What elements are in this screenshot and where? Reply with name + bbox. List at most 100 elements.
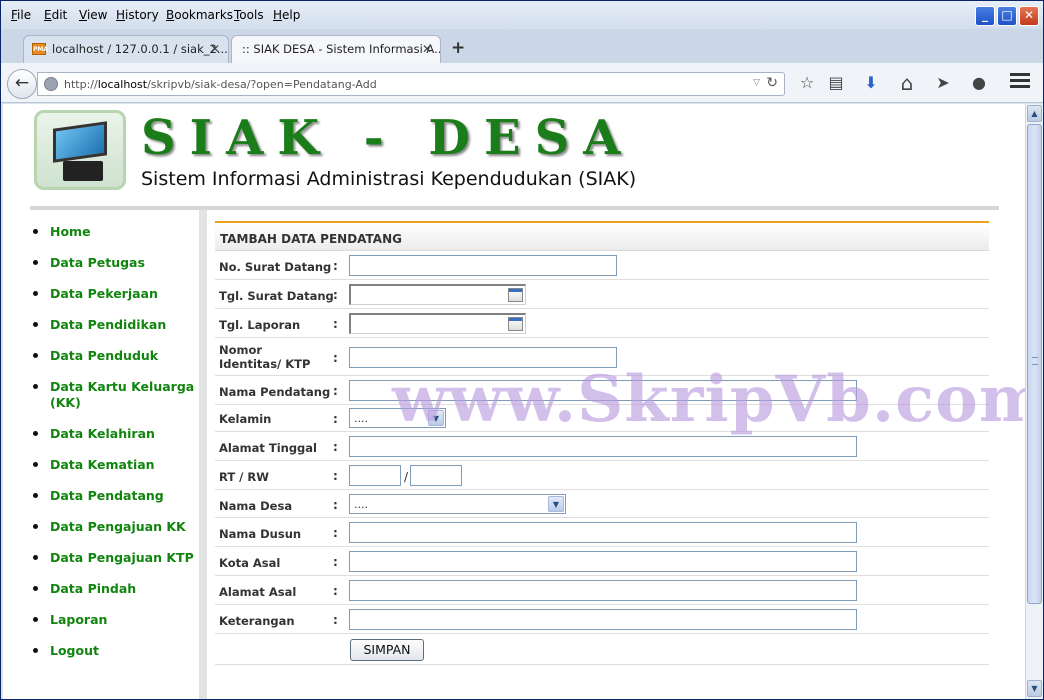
menu-edit[interactable]: Edit: [44, 8, 67, 22]
field-colon: :: [333, 384, 338, 398]
menu-bar: File Edit View History Bookmarks Tools H…: [1, 1, 1043, 29]
form-row-no-surat-datang: No. Surat Datang :: [215, 251, 989, 280]
tgl-surat-datang-input[interactable]: [349, 284, 526, 305]
tab-close-icon[interactable]: ✕: [422, 42, 432, 56]
field-colon: :: [333, 288, 338, 302]
form-row-rt-rw: RT / RW : /: [215, 461, 989, 490]
field-label: Tgl. Surat Datang: [219, 289, 334, 303]
form-row-submit: SIMPAN: [215, 634, 989, 665]
sidebar-item-data-kematian[interactable]: Data Kematian: [31, 457, 196, 473]
url-history-dropdown-icon[interactable]: ▽: [753, 78, 760, 88]
url-bar[interactable]: http://localhost/skripvb/siak-desa/?open…: [37, 72, 785, 96]
nama-dusun-input[interactable]: [349, 522, 857, 543]
form-row-tgl-laporan: Tgl. Laporan :: [215, 309, 989, 338]
sidebar-item-data-penduduk[interactable]: Data Penduduk: [31, 348, 196, 364]
menu-help[interactable]: Help: [273, 8, 300, 22]
field-colon: :: [333, 526, 338, 540]
minimize-button[interactable]: _: [975, 6, 995, 26]
sidebar-item-data-petugas[interactable]: Data Petugas: [31, 255, 196, 271]
field-colon: :: [333, 259, 338, 273]
form-row-nama-desa: Nama Desa : .... ▼: [215, 490, 989, 518]
tab-phpmyadmin[interactable]: PMA localhost / 127.0.0.1 / siak_2... ✕: [23, 35, 229, 63]
field-label: Alamat Asal: [219, 585, 297, 599]
send-icon[interactable]: ➤: [932, 72, 954, 94]
tab-title: localhost / 127.0.0.1 / siak_2...: [52, 42, 228, 56]
reload-icon[interactable]: ↻: [766, 75, 778, 91]
menu-view[interactable]: View: [79, 8, 107, 22]
field-colon: :: [333, 440, 338, 454]
chevron-down-icon[interactable]: ▼: [548, 496, 564, 512]
monitor-base: [63, 161, 103, 181]
kota-asal-input[interactable]: [349, 551, 857, 572]
menu-file[interactable]: File: [11, 8, 31, 22]
simpan-button[interactable]: SIMPAN: [350, 639, 424, 661]
tab-close-icon[interactable]: ✕: [210, 42, 220, 56]
menu-tools[interactable]: Tools: [234, 8, 264, 22]
sidebar-item-logout[interactable]: Logout: [31, 643, 196, 659]
nama-desa-select[interactable]: .... ▼: [349, 494, 566, 514]
bookmark-star-icon[interactable]: ☆: [796, 72, 818, 94]
browser-window: File Edit View History Bookmarks Tools H…: [0, 0, 1044, 700]
vertical-scrollbar[interactable]: ▲ ▼: [1025, 104, 1043, 699]
chat-icon[interactable]: ●: [968, 72, 990, 94]
new-tab-button[interactable]: +: [451, 38, 465, 58]
scroll-up-icon[interactable]: ▲: [1027, 105, 1042, 122]
form-row-nama-dusun: Nama Dusun :: [215, 518, 989, 547]
tgl-laporan-input[interactable]: [349, 313, 526, 334]
field-label: Nama Desa: [219, 499, 293, 513]
maximize-button[interactable]: □: [997, 6, 1017, 26]
tab-bar: PMA localhost / 127.0.0.1 / siak_2... ✕ …: [1, 29, 1043, 63]
field-colon: :: [333, 412, 338, 426]
close-window-button[interactable]: ✕: [1019, 6, 1039, 26]
alamat-asal-input[interactable]: [349, 580, 857, 601]
tab-siak-desa[interactable]: :: SIAK DESA - Sistem Informasi A... ✕: [231, 35, 441, 63]
field-label: Nomor Identitas/ KTP: [219, 343, 311, 371]
select-value: ....: [354, 498, 368, 511]
back-button[interactable]: ←: [7, 69, 37, 99]
no-surat-datang-input[interactable]: [349, 255, 617, 276]
sidebar-item-data-pendatang[interactable]: Data Pendatang: [31, 488, 196, 504]
site-title: SIAK - DESA: [141, 110, 635, 166]
home-icon[interactable]: ⌂: [896, 72, 918, 94]
form-row-keterangan: Keterangan :: [215, 605, 989, 634]
alamat-tinggal-input[interactable]: [349, 436, 857, 457]
menu-bookmarks[interactable]: Bookmarks: [166, 8, 233, 22]
field-label: No. Surat Datang: [219, 260, 332, 274]
select-value: ....: [354, 412, 368, 425]
download-icon[interactable]: ⬇: [860, 72, 882, 94]
page-content: SIAK - DESA Sistem Informasi Administras…: [3, 104, 1025, 699]
site-subtitle: Sistem Informasi Administrasi Kependuduk…: [141, 168, 637, 190]
phpmyadmin-favicon-icon: PMA: [32, 43, 48, 55]
sidebar-item-data-pindah[interactable]: Data Pindah: [31, 581, 196, 597]
field-label: Kelamin: [219, 412, 272, 426]
watermark-text: www.SkripVb.com: [392, 362, 1025, 437]
field-label: Nama Pendatang: [219, 385, 331, 399]
field-label: Nama Dusun: [219, 527, 302, 541]
sidebar-item-data-kelahiran[interactable]: Data Kelahiran: [31, 426, 196, 442]
field-label: Alamat Tinggal: [219, 441, 317, 455]
sidebar-item-data-pengajuan-kk[interactable]: Data Pengajuan KK: [31, 519, 196, 535]
navigation-toolbar: ← http://localhost/skripvb/siak-desa/?op…: [1, 63, 1043, 103]
sidebar-item-data-kartu-keluarga[interactable]: Data Kartu Keluarga (KK): [31, 379, 196, 411]
reading-list-icon[interactable]: ▤: [825, 72, 847, 94]
hamburger-menu-icon[interactable]: [1010, 73, 1030, 91]
sidebar-item-data-pengajuan-ktp[interactable]: Data Pengajuan KTP: [31, 550, 196, 566]
form-heading: TAMBAH DATA PENDATANG: [215, 223, 989, 251]
form-row-kota-asal: Kota Asal :: [215, 547, 989, 576]
rw-input[interactable]: [410, 465, 462, 486]
field-label: Tgl. Laporan: [219, 318, 301, 332]
sidebar-item-data-pendidikan[interactable]: Data Pendidikan: [31, 317, 196, 333]
form-panel: TAMBAH DATA PENDATANG No. Surat Datang :…: [215, 221, 989, 665]
sidebar-item-data-pekerjaan[interactable]: Data Pekerjaan: [31, 286, 196, 302]
field-label: RT / RW: [219, 470, 269, 484]
keterangan-input[interactable]: [349, 609, 857, 630]
calendar-icon[interactable]: [508, 288, 523, 302]
sidebar-item-home[interactable]: Home: [31, 224, 196, 240]
sidebar-item-laporan[interactable]: Laporan: [31, 612, 196, 628]
calendar-icon[interactable]: [508, 317, 523, 331]
scrollbar-thumb[interactable]: [1027, 124, 1042, 604]
scroll-down-icon[interactable]: ▼: [1027, 680, 1042, 697]
menu-history[interactable]: History: [116, 8, 159, 22]
rt-input[interactable]: [349, 465, 401, 486]
field-label: Kota Asal: [219, 556, 281, 570]
